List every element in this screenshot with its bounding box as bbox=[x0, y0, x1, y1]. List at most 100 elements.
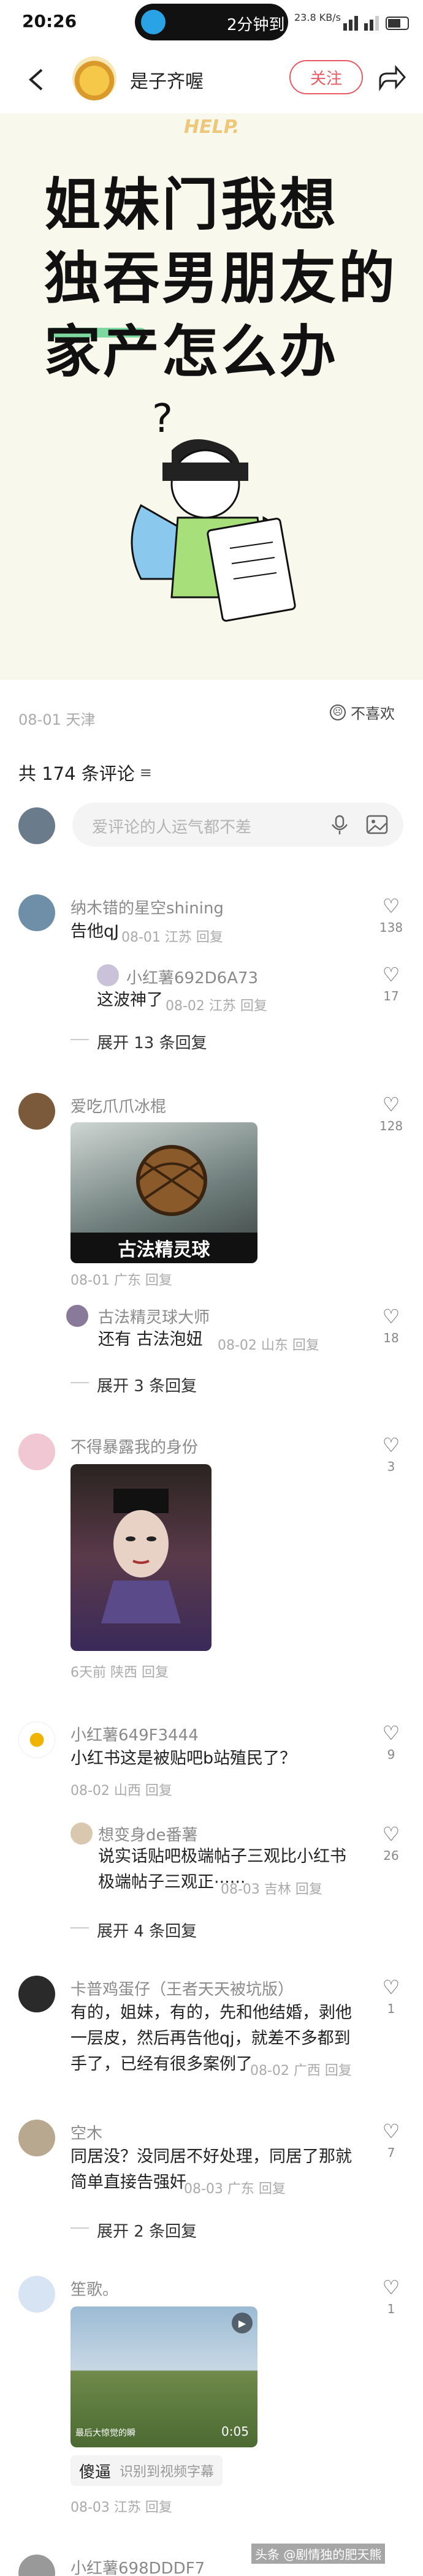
like-count: 9 bbox=[387, 1747, 395, 1762]
play-icon[interactable]: ▶ bbox=[232, 2313, 253, 2333]
dislike-button[interactable]: ☹ 不喜欢 bbox=[330, 701, 395, 723]
comment-meta[interactable]: 08-02 山西 回复 bbox=[70, 1780, 172, 1799]
reply-avatar[interactable] bbox=[66, 1305, 88, 1327]
reply-text: 这波神了 bbox=[97, 991, 163, 1010]
like-button[interactable]: ♡ 7 bbox=[373, 2120, 410, 2160]
expand-divider bbox=[70, 1382, 89, 1383]
commenter-avatar[interactable] bbox=[18, 2276, 55, 2313]
lightbulb-icon: ● bbox=[29, 1728, 45, 1750]
like-button[interactable]: ♡ 1 bbox=[373, 1976, 410, 2016]
dynamic-island[interactable]: 2分钟到 bbox=[135, 4, 288, 40]
comment-text: 告他qJ bbox=[70, 922, 120, 941]
comment-meta[interactable]: 08-01 江苏 回复 bbox=[121, 926, 223, 946]
portrait-illustration bbox=[101, 1489, 181, 1623]
image-icon[interactable] bbox=[365, 814, 389, 836]
cover-line-2: 独吞男朋友的 bbox=[44, 246, 398, 311]
watermark: 头条 @剧情独的肥天熊 bbox=[251, 2544, 386, 2564]
comment-video[interactable]: 最后大惊觉的瞬 0:05 ▶ bbox=[70, 2306, 257, 2447]
commenter-name[interactable]: 笙歌。 bbox=[70, 2277, 118, 2300]
like-button[interactable]: ♡ 9 bbox=[373, 1721, 410, 1762]
like-count: 1 bbox=[387, 2001, 395, 2016]
reply-meta[interactable]: 08-03 吉林 回复 bbox=[221, 1878, 322, 1898]
network-speed: 23.8 KB/s bbox=[294, 12, 341, 23]
like-button[interactable]: ♡ 1 bbox=[373, 2276, 410, 2316]
reply-meta[interactable]: 08-02 山东 回复 bbox=[218, 1334, 319, 1354]
reply-name[interactable]: 想变身de番薯 bbox=[98, 1822, 198, 1845]
reply-avatar[interactable] bbox=[97, 964, 119, 986]
reply-like-button[interactable]: ♡ 18 bbox=[373, 1305, 410, 1345]
microphone-icon[interactable] bbox=[329, 814, 351, 836]
commenter-avatar[interactable] bbox=[18, 1093, 55, 1130]
author-avatar[interactable] bbox=[72, 56, 116, 100]
comment-meta[interactable]: 08-03 广东 回复 bbox=[184, 2178, 286, 2197]
like-count: 1 bbox=[387, 2302, 395, 2316]
comment-input-placeholder: 爱评论的人运气都不差 bbox=[92, 818, 252, 837]
like-button[interactable]: ♡ 3 bbox=[373, 1433, 410, 1474]
video-subtitle-hint: 识别到视频字幕 bbox=[120, 2465, 215, 2480]
author-name[interactable]: 是子齐喔 bbox=[130, 66, 204, 93]
commenter-name[interactable]: 空木 bbox=[70, 2121, 102, 2144]
reply-name[interactable]: 小红薯692D6A73 bbox=[126, 965, 258, 988]
reply-avatar[interactable] bbox=[70, 1822, 93, 1845]
comment-meta[interactable]: 08-01 广东 回复 bbox=[70, 1269, 172, 1289]
like-count: 138 bbox=[379, 920, 403, 935]
dislike-icon: ☹ bbox=[330, 704, 346, 720]
sort-icon[interactable]: ≡ bbox=[140, 764, 152, 781]
commenter-avatar[interactable]: ● bbox=[18, 1721, 55, 1758]
expand-replies[interactable]: 展开 2 条回复 bbox=[97, 2219, 197, 2242]
heart-icon: ♡ bbox=[382, 1822, 400, 1846]
comment-image[interactable]: 古法精灵球 bbox=[70, 1122, 257, 1263]
like-button[interactable]: ♡ 128 bbox=[373, 1093, 410, 1133]
follow-button[interactable]: 关注 bbox=[289, 60, 363, 94]
commenter-name[interactable]: 不得暴露我的身份 bbox=[70, 1435, 198, 1457]
commenter-avatar[interactable] bbox=[18, 1433, 55, 1470]
comment-count-text: 共 174 条评论 bbox=[18, 763, 135, 784]
video-subtitle-box[interactable]: 傻逼 识别到视频字幕 bbox=[70, 2455, 223, 2486]
expand-replies[interactable]: 展开 3 条回复 bbox=[97, 1373, 197, 1396]
back-arrow-icon[interactable] bbox=[25, 66, 49, 100]
comment-meta[interactable]: 08-03 江苏 回复 bbox=[70, 2496, 172, 2516]
my-avatar bbox=[18, 807, 55, 844]
commenter-name[interactable]: 纳木错的星空shining bbox=[70, 896, 224, 918]
reply-like-count: 17 bbox=[383, 989, 399, 1003]
commenter-avatar[interactable] bbox=[18, 1976, 55, 2012]
comment-meta[interactable]: 6天前 陕西 回复 bbox=[70, 1661, 169, 1681]
commenter-name[interactable]: 卡普鸡蛋仔（王者天天被坑版） bbox=[70, 1977, 294, 2000]
commenter-avatar[interactable] bbox=[18, 2555, 55, 2576]
commenter-name[interactable]: 爱吃爪爪冰棍 bbox=[70, 1094, 166, 1117]
signal-battery-icon bbox=[343, 16, 409, 31]
comment-input[interactable]: 爱评论的人运气都不差 bbox=[72, 803, 403, 847]
like-count: 7 bbox=[387, 2145, 395, 2160]
telegram-icon bbox=[141, 10, 166, 34]
heart-icon: ♡ bbox=[382, 1721, 400, 1745]
like-count: 3 bbox=[387, 1459, 395, 1474]
share-icon[interactable] bbox=[374, 61, 407, 94]
commenter-avatar[interactable] bbox=[18, 894, 55, 931]
commenter-avatar[interactable] bbox=[18, 2120, 55, 2156]
svg-text:?: ? bbox=[152, 396, 173, 442]
like-count: 128 bbox=[379, 1119, 403, 1133]
heart-icon: ♡ bbox=[382, 1305, 400, 1328]
heart-icon: ♡ bbox=[382, 2276, 400, 2299]
reply-name[interactable]: 古法精灵球大师 bbox=[98, 1305, 210, 1328]
commenter-name[interactable]: 小红薯698DDDF7 bbox=[70, 2556, 205, 2576]
pill-text: 2分钟到 bbox=[227, 16, 285, 34]
reply-text: 还有 古法泡妞 bbox=[98, 1330, 203, 1349]
heart-icon: ♡ bbox=[382, 963, 400, 986]
reply-meta[interactable]: 08-02 江苏 回复 bbox=[166, 995, 267, 1014]
post-cover-image[interactable]: HELP. 姐妹门我想 独吞男朋友的 家产怎么办 ? bbox=[0, 113, 423, 680]
comment-meta[interactable]: 08-02 广西 回复 bbox=[250, 2060, 352, 2079]
comment-image[interactable] bbox=[70, 1464, 212, 1651]
expand-divider bbox=[70, 1927, 89, 1928]
reply-like-button[interactable]: ♡ 26 bbox=[373, 1822, 410, 1863]
ball-illustration bbox=[136, 1145, 207, 1216]
expand-replies[interactable]: 展开 4 条回复 bbox=[97, 1919, 197, 1941]
like-button[interactable]: ♡ 138 bbox=[373, 894, 410, 935]
expand-replies[interactable]: 展开 13 条回复 bbox=[97, 1030, 207, 1053]
video-duration: 0:05 bbox=[221, 2424, 249, 2439]
dislike-label: 不喜欢 bbox=[351, 705, 395, 722]
cover-help-text: HELP. bbox=[184, 116, 240, 138]
reply-like-button[interactable]: ♡ 17 bbox=[373, 963, 410, 1003]
comment-count[interactable]: 共 174 条评论 ≡ bbox=[18, 760, 152, 785]
commenter-name[interactable]: 小红薯649F3444 bbox=[70, 1723, 199, 1745]
